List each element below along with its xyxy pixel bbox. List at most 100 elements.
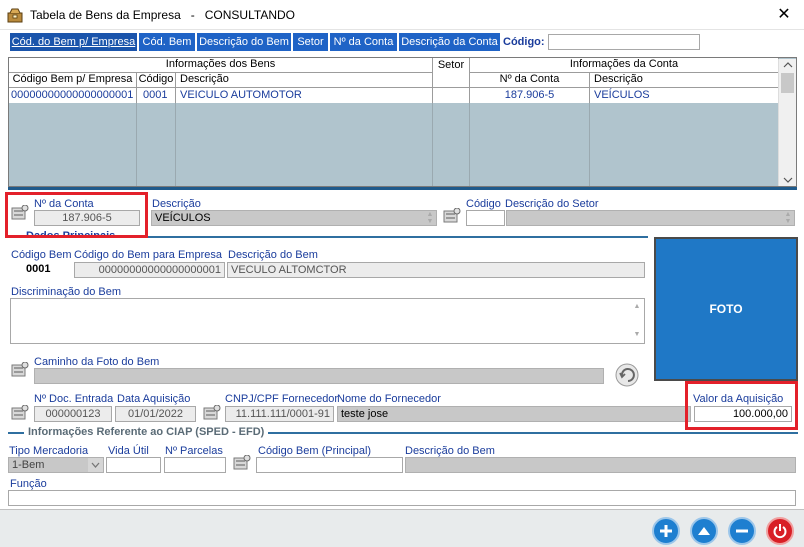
n-doc-field[interactable]: 000000123 [34,406,112,422]
fornecedor-label: Nome do Fornecedor [337,393,441,405]
close-icon[interactable]: ✕ [774,5,794,25]
cell-descricao-conta: VEÍCULOS [594,89,650,101]
add-button[interactable] [652,517,680,545]
cell-setor [433,88,470,103]
spin-arrows-icon: ▲ ▼ [784,211,792,225]
photo-panel[interactable]: FOTO [654,237,798,381]
cell-n-conta: 187.906-5 [470,88,590,103]
discriminacao-label: Discriminação do Bem [11,286,122,298]
app-icon [7,8,23,23]
vida-util-label: Vida Útil [108,445,149,457]
tab-bar: Cód. do Bem p/ Empresa Cód. Bem Descriçã… [4,31,800,53]
ciap-descricao-label: Descrição do Bem [405,445,495,457]
table-row[interactable]: 00000000000000000001 0001 VEICULO AUTOMO… [9,88,779,103]
n-parcelas-field[interactable] [164,457,226,473]
add-icon [660,525,672,537]
tab-label: Descrição do Bem [199,36,289,48]
exit-button[interactable] [766,517,794,545]
tab-descricao-conta[interactable]: Descrição da Conta [399,33,500,51]
spin-arrows-icon: ▲ ▼ [633,303,641,338]
column-divider [136,103,137,186]
column-header-codigo-bem-empresa[interactable]: Código Bem p/ Empresa [9,73,137,88]
remove-icon [736,529,748,533]
caminho-foto-field[interactable] [34,368,604,384]
descricao-conta-label: Descrição [152,198,201,210]
caminho-foto-label: Caminho da Foto do Bem [34,356,160,368]
data-aquisicao-label: Data Aquisição [117,393,191,405]
column-header-descricao-conta[interactable]: Descrição [590,73,779,88]
column-header-descricao[interactable]: Descrição [176,73,433,88]
refresh-icon[interactable] [614,362,640,388]
cnpj-field[interactable]: 11.111.111/0001-91 [225,406,334,422]
grid-header: Informações dos Bens Setor Informações d… [9,58,779,88]
scrollbar-arrows-icon [781,62,794,183]
codigo-principal-label: Código Bem (Principal) [258,445,372,457]
group-header-conta: Informações da Conta [470,58,779,73]
divider [8,187,797,190]
funcao-field[interactable] [8,490,796,506]
search-input[interactable] [548,34,700,50]
ciap-section-title: Informações Referente ao CIAP (SPED - EF… [24,426,269,438]
database-icon[interactable] [443,208,461,224]
tab-descricao-bem[interactable]: Descrição do Bem [197,33,291,51]
codigo-setor-label: Código [466,198,501,210]
funcao-label: Função [10,478,47,490]
assets-grid: Informações dos Bens Setor Informações d… [8,57,797,187]
database-icon[interactable] [11,362,29,378]
database-icon[interactable] [203,405,221,421]
codigo-bem-label: Código Bem [11,249,72,261]
descricao-setor-label: Descrição do Setor [505,198,599,210]
tipo-mercadoria-label: Tipo Mercadoria [9,445,89,457]
descricao-setor-field[interactable] [506,210,795,226]
chevron-down-icon[interactable] [88,458,103,472]
grid-scrollbar[interactable] [778,59,796,186]
codigo-setor-field[interactable] [466,210,505,226]
group-header-bens: Informações dos Bens [9,58,433,73]
ciap-descricao-field[interactable] [405,457,796,473]
tab-n-conta[interactable]: Nº da Conta [330,33,397,51]
codigo-empresa-field[interactable]: 00000000000000000001 [74,262,225,278]
vida-util-field[interactable] [106,457,161,473]
tab-setor[interactable]: Setor [293,33,328,51]
group-header-setor[interactable]: Setor [433,58,470,88]
column-divider [469,103,470,186]
n-parcelas-label: Nº Parcelas [165,445,223,457]
descricao-bem-field[interactable]: VECULO ALTOMCTOR [227,262,645,278]
title-bar: Tabela de Bens da Empresa - CONSULTANDO … [0,0,804,30]
descricao-conta-field[interactable]: VEÍCULOS [151,210,437,226]
column-header-codigo[interactable]: Código [137,73,176,88]
highlight-box [5,192,148,238]
tab-label: Setor [297,36,324,48]
tab-cod-bem-empresa[interactable]: Cód. do Bem p/ Empresa [10,33,137,51]
column-divider [432,103,433,186]
up-button[interactable] [690,517,718,545]
data-aquisicao-field[interactable]: 01/01/2022 [115,406,196,422]
search-label: Código: [503,36,545,48]
column-divider [175,103,176,186]
highlight-box [685,381,798,430]
bottom-toolbar [0,509,804,547]
power-icon [773,524,787,539]
tab-label: Cód. do Bem p/ Empresa [11,36,136,48]
spin-arrows-icon: ▲ ▼ [426,211,434,225]
column-divider [589,103,590,186]
database-icon[interactable] [233,455,251,471]
n-doc-label: Nº Doc. Entrada [34,393,114,405]
fornecedor-field[interactable]: teste jose [337,406,691,422]
codigo-empresa-label: Código do Bem para Empresa [74,249,222,261]
tab-label: Descrição da Conta [401,36,498,48]
column-header-n-conta[interactable]: Nº da Conta [470,73,590,88]
codigo-bem-value: 0001 [26,263,51,275]
tab-label: Nº da Conta [333,36,394,48]
tab-cod-bem[interactable]: Cód. Bem [139,33,195,51]
cell-codigo: 0001 [137,88,176,103]
cell-descricao: VEICULO AUTOMOTOR [176,88,433,103]
database-icon[interactable] [11,405,29,421]
up-icon [698,527,710,535]
codigo-principal-field[interactable] [256,457,403,473]
discriminacao-textarea[interactable] [10,298,645,344]
cnpj-label: CNPJ/CPF Fornecedor [225,393,339,405]
remove-button[interactable] [728,517,756,545]
tab-label: Cód. Bem [142,36,192,48]
window-title: Tabela de Bens da Empresa - CONSULTANDO [30,8,295,22]
